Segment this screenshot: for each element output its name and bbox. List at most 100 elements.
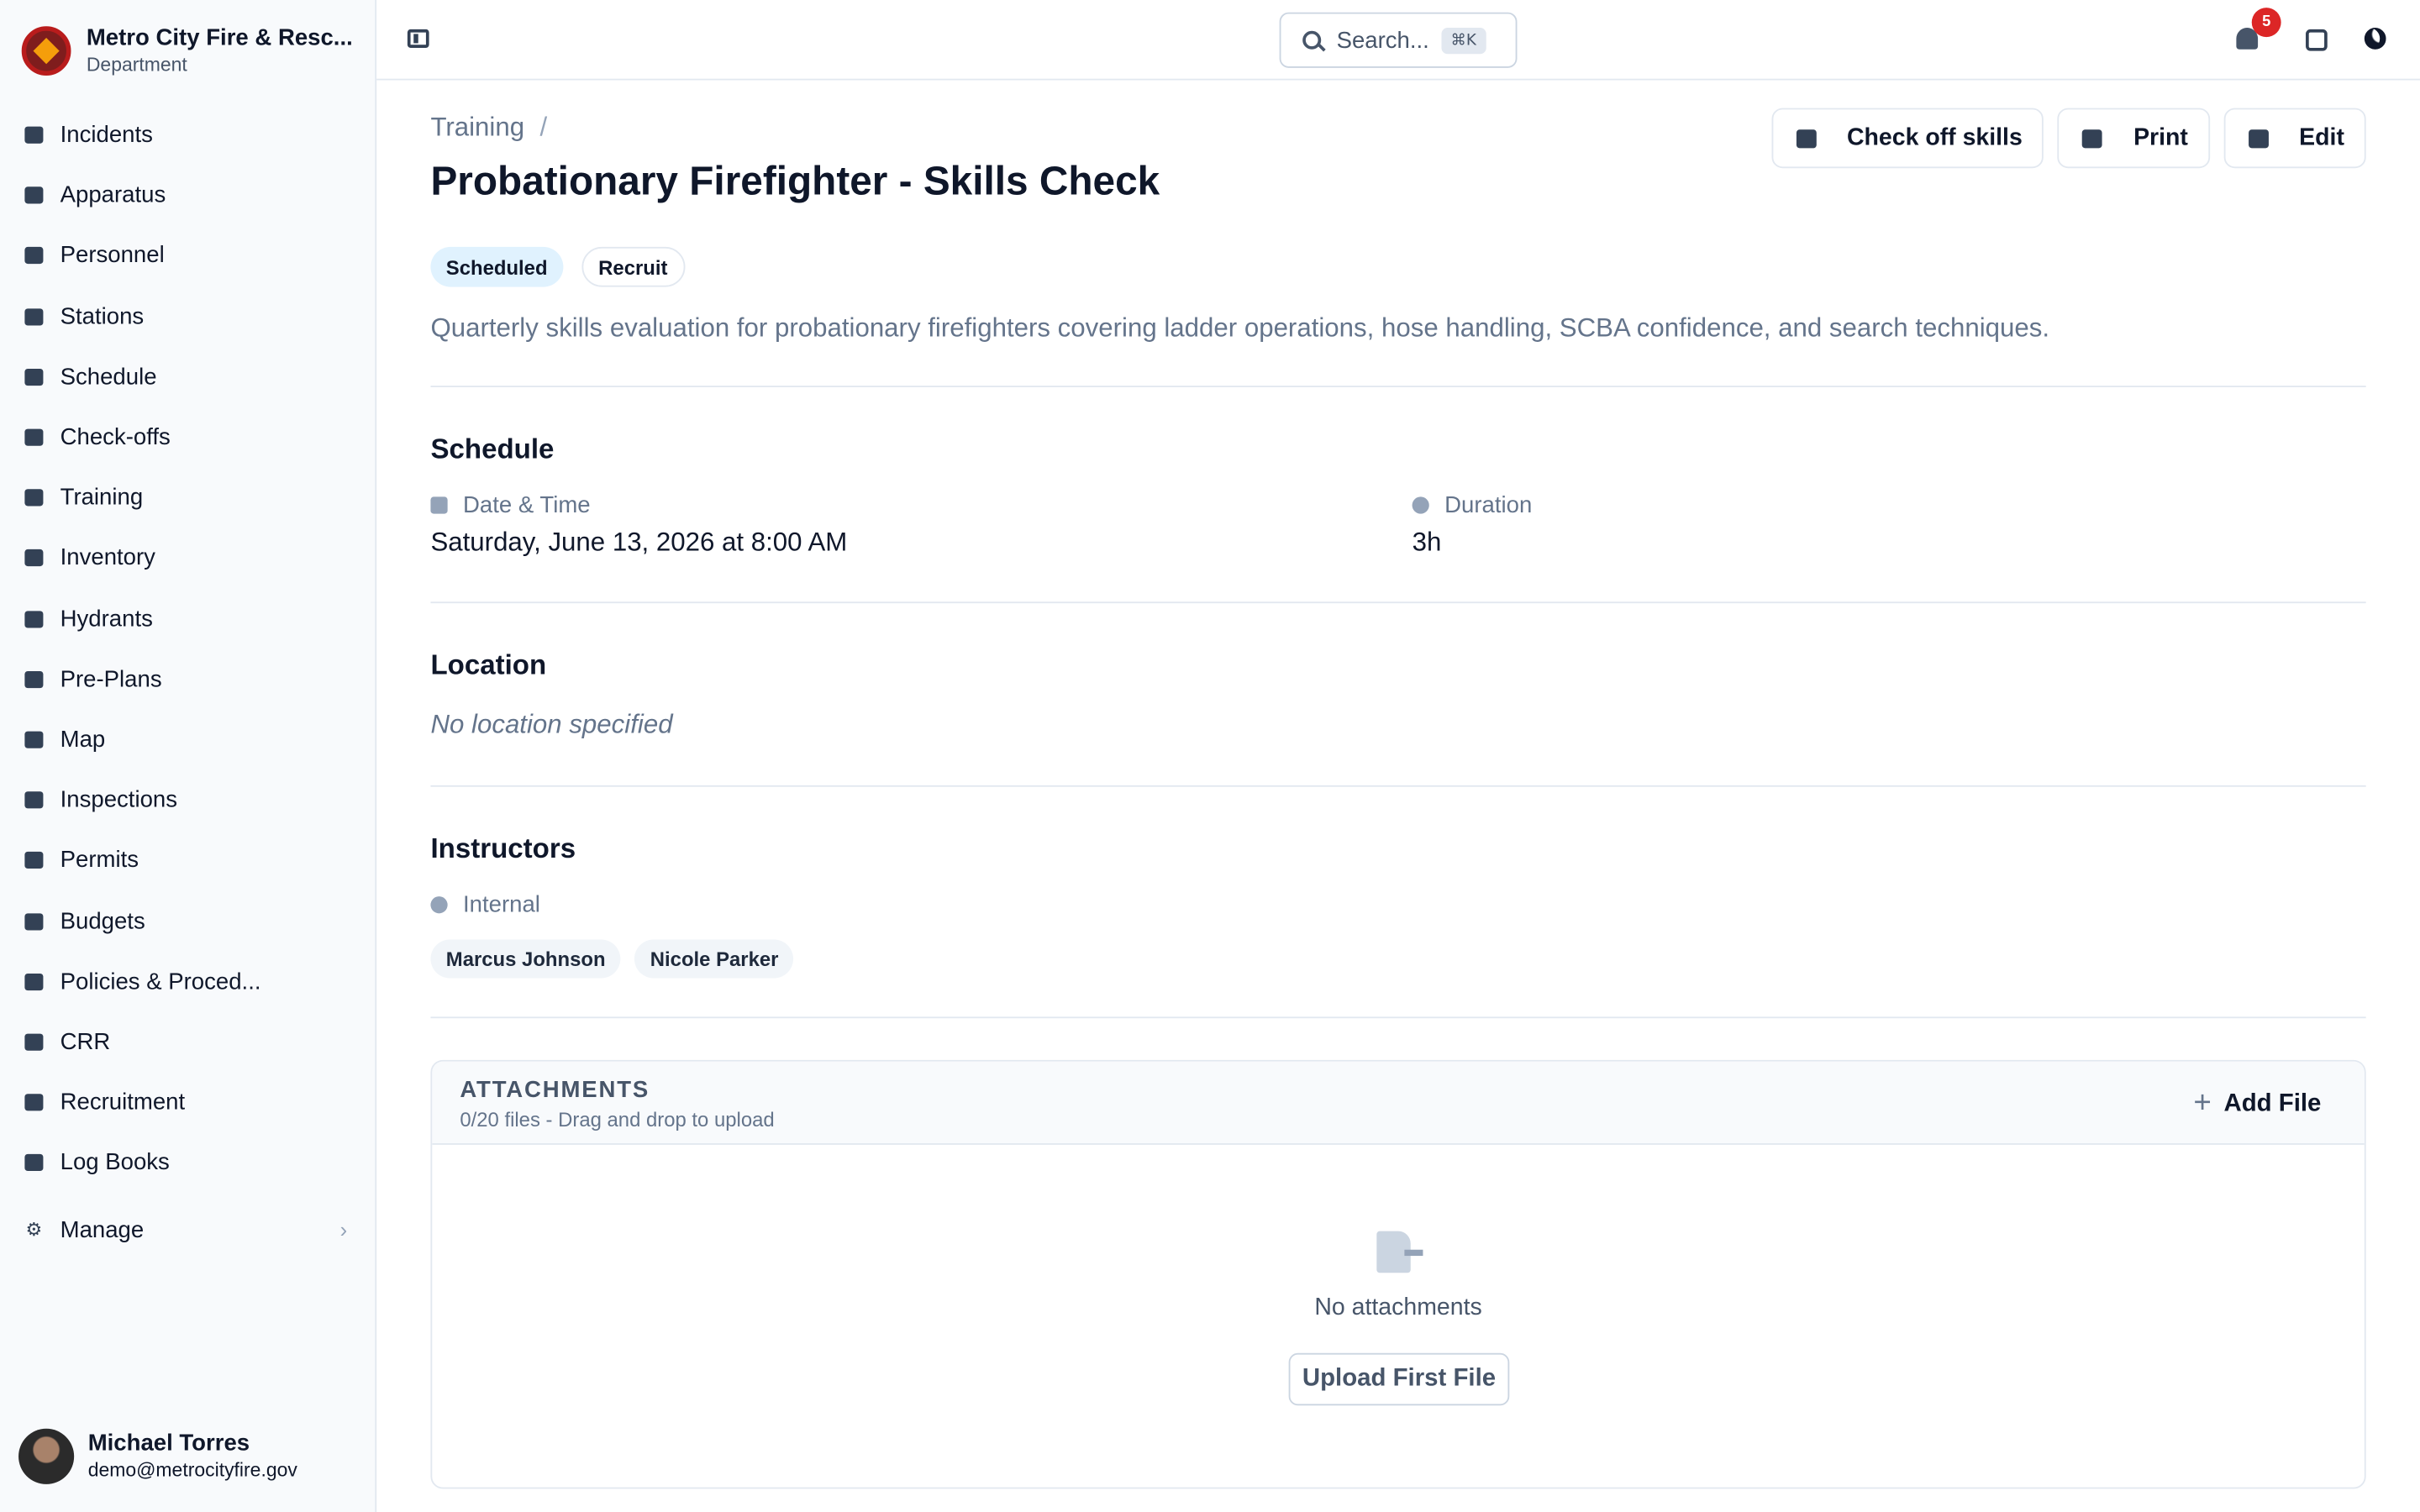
megaphone-icon [22,1030,46,1054]
print-label: Print [2133,123,2188,151]
sidebar-item-recruitment[interactable]: Recruitment [0,1073,375,1133]
breadcrumb: Training / [430,113,547,144]
search-icon [1302,30,1322,50]
sidebar-item-inventory[interactable]: Inventory [0,528,375,589]
brand-name: Metro City Fire & Resc... [86,24,353,51]
sidebar-item-log-books[interactable]: Log Books [0,1132,375,1193]
divider [430,1016,2366,1019]
notification-badge: 5 [2251,8,2281,38]
sidebar: Metro City Fire & Resc... Department Inc… [0,0,377,1512]
sidebar-item-personnel[interactable]: Personnel [0,226,375,286]
inspections-icon [22,788,46,812]
file-export-icon [1376,1231,1423,1273]
sidebar-item-apparatus[interactable]: Apparatus [0,165,375,226]
sidebar-nav: Incidents Apparatus Personnel Stations S… [0,105,375,1194]
search-placeholder: Search... [1336,27,1429,54]
attachments-subtitle: 0/20 files - Drag and drop to upload [460,1107,775,1131]
sidebar-item-label: Incidents [60,122,153,149]
edit-button[interactable]: Edit [2223,108,2366,169]
calendar-icon [430,496,448,514]
add-file-label: Add File [2223,1089,2322,1116]
piggy-bank-icon [22,909,46,933]
sidebar-item-label: Inspections [60,787,178,814]
add-file-button[interactable]: + Add File [2193,1086,2321,1121]
sidebar-item-label: Policies & Proced... [60,968,261,995]
sidebar-item-permits[interactable]: Permits [0,831,375,891]
moon-icon[interactable] [2364,28,2386,50]
sidebar-item-label: Pre-Plans [60,666,162,693]
sidebar-item-stations[interactable]: Stations [0,286,375,347]
divider [430,601,2366,604]
book-icon [22,969,46,994]
chevron-right-icon: › [339,1217,348,1242]
type-badge: Recruit [581,246,685,287]
sidebar-item-label: Apparatus [60,182,166,209]
sidebar-item-map[interactable]: Map [0,710,375,770]
sidebar-item-label: Manage [60,1216,145,1243]
sidebar-item-manage[interactable]: ⚙ Manage › [0,1199,375,1260]
date-time-label: Date & Time [430,491,591,519]
edit-label: Edit [2299,123,2344,151]
user-email: demo@metrocityfire.gov [87,1459,297,1482]
map-icon [22,727,46,752]
location-value: No location specified [430,709,673,739]
brand[interactable]: Metro City Fire & Resc... Department [21,24,357,76]
sidebar-item-pre-plans[interactable]: Pre-Plans [0,649,375,710]
check-off-skills-button[interactable]: Check off skills [1770,108,2044,169]
sidebar-item-inspections[interactable]: Inspections [0,770,375,831]
permits-icon [22,848,46,873]
personnel-icon [22,244,46,268]
brand-subtitle: Department [86,54,187,76]
upload-first-file-button[interactable]: Upload First File [1288,1352,1510,1406]
print-button[interactable]: Print [2058,108,2210,169]
sidebar-item-label: Stations [60,303,145,330]
schedule-section-title: Schedule [430,433,555,465]
sidebar-item-label: CRR [60,1028,111,1056]
page-title: Probationary Firefighter - Skills Check [430,157,1160,204]
date-time-value: Saturday, June 13, 2026 at 8:00 AM [430,528,848,558]
instructor-type-text: Internal [463,891,540,918]
plus-icon: + [2193,1086,2212,1121]
sidebar-item-label: Training [60,485,144,512]
printer-icon [2082,129,2103,148]
sidebar-item-check-offs[interactable]: Check-offs [0,407,375,468]
gear-icon: ⚙ [25,1218,43,1241]
sidebar-item-schedule[interactable]: Schedule [0,347,375,407]
attachments-panel[interactable]: ATTACHMENTS 0/20 files - Drag and drop t… [430,1059,2366,1489]
date-time-label-text: Date & Time [463,491,591,519]
incidents-icon [22,123,46,147]
sidebar-item-label: Permits [60,847,139,874]
user-profile[interactable]: Michael Torres demo@metrocityfire.gov [18,1428,297,1484]
fire-truck-icon[interactable] [2306,29,2328,51]
status-badges: Scheduled Recruit [430,246,685,287]
search-input[interactable]: Search... ⌘K [1279,12,1518,68]
user-name: Michael Torres [87,1430,250,1457]
sidebar-item-crr[interactable]: CRR [0,1012,375,1073]
instructor-chip[interactable]: Marcus Johnson [430,939,621,979]
instructor-chip[interactable]: Nicole Parker [634,939,794,979]
sidebar-item-hydrants[interactable]: Hydrants [0,589,375,649]
user-icon [430,896,448,914]
breadcrumb-training[interactable]: Training [430,113,524,142]
avatar [18,1428,75,1484]
top-bar: Search... ⌘K 5 [376,0,2420,81]
building-icon [22,667,46,691]
clipboard-icon [22,425,46,449]
sidebar-item-budgets[interactable]: Budgets [0,891,375,952]
sidebar-item-training[interactable]: Training [0,468,375,528]
sidebar-item-label: Personnel [60,243,165,270]
apparatus-icon [22,183,46,207]
sidebar-item-label: Recruitment [60,1089,186,1116]
page-actions: Check off skills Print Edit [1770,108,2366,169]
sidebar-item-incidents[interactable]: Incidents [0,105,375,165]
hydrant-icon [22,606,46,631]
sidebar-item-label: Inventory [60,545,155,572]
clock-icon [1412,496,1429,514]
sidebar-toggle-icon[interactable] [407,29,429,48]
sidebar-item-policies[interactable]: Policies & Proced... [0,952,375,1012]
divider [430,785,2366,787]
edit-icon [2248,129,2269,148]
instructor-list: Marcus Johnson Nicole Parker [430,939,794,979]
sidebar-item-label: Log Books [60,1149,170,1177]
calendar-icon [22,365,46,389]
